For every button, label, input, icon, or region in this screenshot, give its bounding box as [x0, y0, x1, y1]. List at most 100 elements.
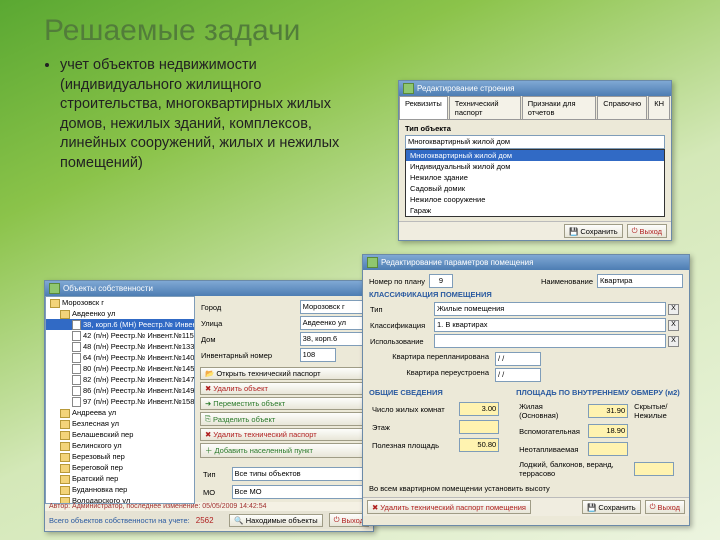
find-objects-button[interactable]: 🔍 Находимые объекты	[229, 514, 322, 527]
object-type-label: Тип объекта	[405, 124, 665, 133]
split-object-button[interactable]: ⎘ Разделить объект	[200, 412, 368, 426]
area-aux-label: Вспомогательная	[518, 423, 585, 439]
reorg-field[interactable]: / /	[495, 368, 541, 382]
object-type-field[interactable]: Многоквартирный жилой дом	[405, 135, 665, 149]
titlebar[interactable]: Редактирование строения	[399, 81, 671, 96]
tree-item-selected[interactable]: 38, корп.6 (МН) Реестр.№ Инвент.№108	[46, 319, 194, 330]
dropdown-option[interactable]: Нежилое здание	[406, 172, 664, 183]
app-icon	[367, 257, 378, 268]
tree-item[interactable]: 42 (п/н) Реестр.№ Инвент.№115	[46, 330, 194, 341]
titlebar[interactable]: Объекты собственности	[45, 281, 373, 296]
doc-icon	[72, 353, 81, 363]
folder-icon	[60, 475, 70, 484]
dropdown-option[interactable]: Гараж	[406, 205, 664, 216]
folder-icon	[60, 310, 70, 319]
object-type-dropdown[interactable]: Многоквартирный жилой дом Индивидуальный…	[405, 149, 665, 217]
clear-button[interactable]: X	[668, 304, 679, 315]
tab-kn[interactable]: КН	[648, 96, 670, 119]
filter-type-field[interactable]: Все типы объектов	[232, 467, 365, 481]
clear-button[interactable]: X	[668, 320, 679, 331]
rooms-field[interactable]: 3.00	[459, 402, 499, 416]
dropdown-option[interactable]: Многоквартирный жилой дом	[406, 150, 664, 161]
open-techpassport-button[interactable]: 📂 Открыть технический паспорт	[200, 367, 368, 380]
tree-street[interactable]: Андреева ул	[46, 407, 194, 418]
tree-street[interactable]: Белинского ул	[46, 440, 194, 451]
area-heat-field[interactable]	[588, 442, 628, 456]
tree-street[interactable]: Авдеенко ул	[46, 308, 194, 319]
dropdown-option[interactable]: Садовый домик	[406, 183, 664, 194]
type-field[interactable]: Жилые помещения	[434, 302, 666, 316]
plan-num-field[interactable]: 9	[429, 274, 453, 288]
folder-icon	[60, 431, 70, 440]
folder-icon	[50, 299, 60, 308]
tree-item[interactable]: 97 (п/н) Реестр.№ Инвент.№158	[46, 396, 194, 407]
tree-street[interactable]: Безлесная ул	[46, 418, 194, 429]
floor-label: Этаж	[371, 419, 456, 435]
tree-street[interactable]: Братский пер	[46, 473, 194, 484]
class-field[interactable]: 1. В квартирах	[434, 318, 666, 332]
tree-street[interactable]: Березовый пер	[46, 451, 194, 462]
filter-type-label: Тип	[202, 466, 229, 482]
delete-room-techpassport-button[interactable]: ✖ Удалить технический паспорт помещения	[367, 500, 531, 514]
add-settlement-button[interactable]: ＋ Добавить населенный пункт	[200, 443, 368, 458]
folder-icon	[60, 420, 70, 429]
doc-icon	[72, 331, 81, 341]
address-tree[interactable]: Морозовск г Авдеенко ул 38, корп.6 (МН) …	[45, 296, 195, 504]
tab-spravka[interactable]: Справочно	[597, 96, 647, 119]
tree-item[interactable]: 48 (п/н) Реестр.№ Инвент.№133	[46, 341, 194, 352]
rooms-label: Число жилых комнат	[371, 401, 456, 417]
street-field[interactable]: Авдеенко ул	[300, 316, 367, 330]
doc-icon	[72, 364, 81, 374]
delete-techpassport-button[interactable]: ✖ Удалить технический паспорт	[200, 428, 368, 441]
house-field[interactable]: 38, корп.6	[300, 332, 367, 346]
use-field[interactable]	[434, 334, 666, 348]
tree-root[interactable]: Морозовск г	[46, 297, 194, 308]
save-button[interactable]: 💾 Сохранить	[582, 500, 641, 514]
tab-signs[interactable]: Признаки для отчетов	[522, 96, 597, 119]
replan-label: Квартира перепланирована	[369, 352, 489, 366]
dialog-footer: 💾 Сохранить ⏻ Выход	[399, 221, 671, 240]
inv-field[interactable]: 108	[300, 348, 336, 362]
tab-rekvizity[interactable]: Реквизиты	[399, 96, 448, 119]
dialog-footer: ✖ Удалить технический паспорт помещения …	[363, 497, 689, 516]
tab-techpassport[interactable]: Технический паспорт	[449, 96, 521, 119]
filter-mo-label: МО	[202, 484, 229, 500]
tree-street[interactable]: Береговой пер	[46, 462, 194, 473]
floor-field[interactable]	[459, 420, 499, 434]
city-field[interactable]: Морозовск г	[300, 300, 367, 314]
delete-object-button[interactable]: ✖ Удалить объект	[200, 382, 368, 395]
doc-icon	[72, 375, 81, 385]
area-aux-field[interactable]: 18.90	[588, 424, 628, 438]
save-button[interactable]: 💾 Сохранить	[564, 224, 623, 238]
name-label: Наименование	[541, 277, 593, 286]
tree-street[interactable]: Белашевский пер	[46, 429, 194, 440]
dropdown-option[interactable]: Нежилое сооружение	[406, 194, 664, 205]
usable-field[interactable]: 50.80	[459, 438, 499, 452]
tree-item[interactable]: 64 (п/н) Реестр.№ Инвент.№140	[46, 352, 194, 363]
class-label: Классификация	[369, 317, 433, 333]
replan-field[interactable]: / /	[495, 352, 541, 366]
exit-button[interactable]: ⏻ Выход	[627, 224, 667, 238]
filter-mo-field[interactable]: Все МО	[232, 485, 365, 499]
window-room-params: Редактирование параметров помещения Номе…	[362, 254, 690, 526]
name-field[interactable]: Квартира	[597, 274, 683, 288]
exit-button[interactable]: ⏻ Выход	[645, 500, 685, 514]
tree-item[interactable]: 82 (п/н) Реестр.№ Инвент.№147	[46, 374, 194, 385]
titlebar[interactable]: Редактирование параметров помещения	[363, 255, 689, 270]
tree-street[interactable]: Буданновка пер	[46, 484, 194, 495]
area-living-field[interactable]: 31.90	[588, 404, 628, 418]
dropdown-option[interactable]: Индивидуальный жилой дом	[406, 161, 664, 172]
move-object-button[interactable]: ➜ Переместить объект	[200, 397, 368, 410]
tree-item[interactable]: 80 (п/н) Реестр.№ Инвент.№145	[46, 363, 194, 374]
area-other-field[interactable]	[634, 462, 674, 476]
folder-icon	[60, 486, 70, 495]
city-label: Город	[200, 299, 299, 315]
status-count: 2562	[196, 516, 214, 525]
doc-icon	[72, 386, 81, 396]
type-label: Тип	[369, 301, 433, 317]
clear-button[interactable]: X	[668, 336, 679, 347]
ceiling-label: Во всем квартирном помещении установить …	[369, 484, 683, 493]
tree-item[interactable]: 86 (п/н) Реестр.№ Инвент.№149	[46, 385, 194, 396]
area-living-label: Жилая (Основная)	[518, 401, 585, 421]
folder-icon	[60, 453, 70, 462]
